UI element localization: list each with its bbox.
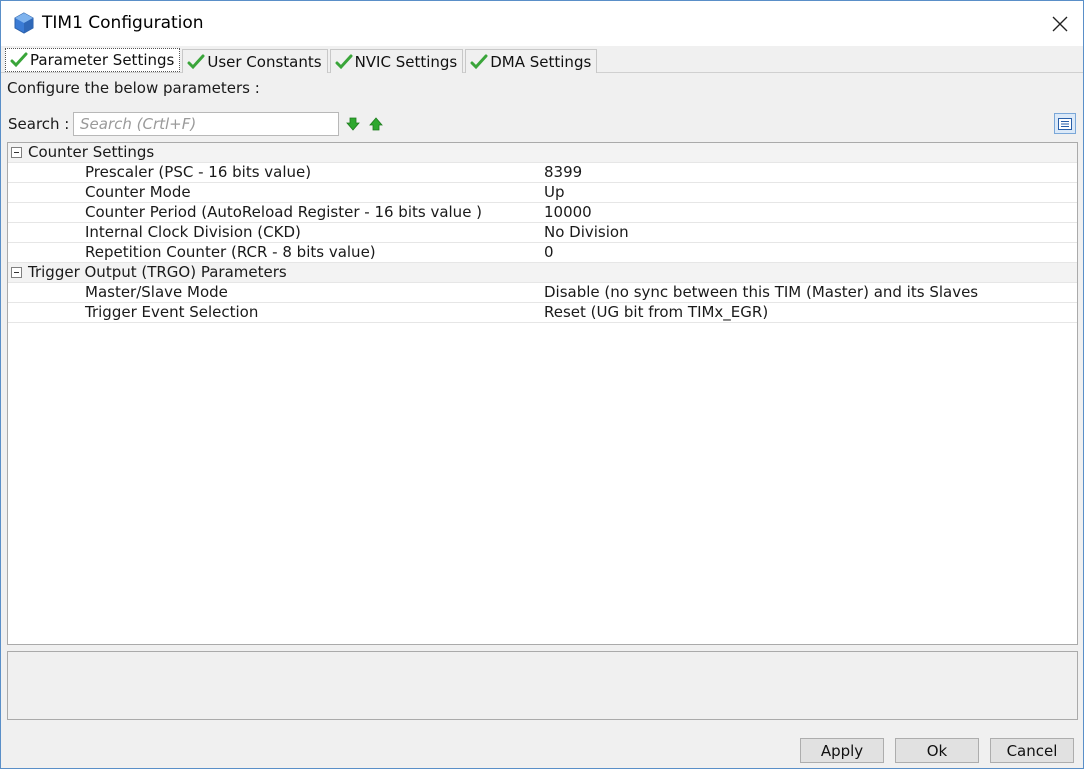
tab-label: Parameter Settings [30,51,175,69]
search-previous-button[interactable] [369,117,383,131]
window-title: TIM1 Configuration [42,13,204,33]
parameter-value[interactable]: 8399 [544,163,582,182]
parameter-row[interactable]: Counter Mode Up [8,183,1077,203]
description-panel [7,651,1078,720]
group-row-trigger-output[interactable]: Trigger Output (TRGO) Parameters [8,263,1077,283]
close-icon [1052,16,1068,31]
tab-parameter-settings[interactable]: Parameter Settings [5,48,181,72]
apply-button[interactable]: Apply [800,738,884,763]
parameter-value[interactable]: 10000 [544,203,592,222]
parameter-value[interactable]: Reset (UG bit from TIMx_EGR) [544,303,768,322]
collapse-icon[interactable] [11,147,22,158]
parameter-row[interactable]: Internal Clock Division (CKD) No Divisio… [8,223,1077,243]
parameter-name: Internal Clock Division (CKD) [85,223,301,241]
arrow-up-icon [369,117,383,131]
tab-user-constants[interactable]: User Constants [182,49,328,73]
parameter-value[interactable]: No Division [544,223,629,242]
cube-app-icon [14,12,34,34]
dialog-window: TIM1 Configuration Parameter Settings Us… [0,0,1084,769]
parameter-name: Master/Slave Mode [85,283,228,301]
parameter-row[interactable]: Counter Period (AutoReload Register - 16… [8,203,1077,223]
tab-label: User Constants [207,52,322,71]
parameter-value[interactable]: Up [544,183,565,202]
search-label: Search : [8,115,70,133]
parameter-row[interactable]: Master/Slave Mode Disable (no sync betwe… [8,283,1077,303]
tab-dma-settings[interactable]: DMA Settings [465,49,598,73]
parameter-value[interactable]: Disable (no sync between this TIM (Maste… [544,283,978,302]
search-row: Search : [8,112,1078,138]
list-view-button[interactable] [1054,113,1076,134]
search-input[interactable] [73,112,339,136]
checkmark-icon [335,54,353,69]
parameter-grid: Counter Settings Prescaler (PSC - 16 bit… [7,142,1078,645]
parameter-name: Repetition Counter (RCR - 8 bits value) [85,243,376,261]
intro-text: Configure the below parameters : [7,79,260,97]
group-row-counter-settings[interactable]: Counter Settings [8,143,1077,163]
checkmark-icon [187,54,205,69]
parameter-value[interactable]: 0 [544,243,554,262]
parameter-name: Trigger Event Selection [85,303,259,321]
search-next-button[interactable] [346,117,360,131]
checkmark-icon [10,52,28,68]
tab-nvic-settings[interactable]: NVIC Settings [329,49,464,73]
title-bar: TIM1 Configuration [1,1,1083,46]
tab-bar: Parameter Settings User Constants NVIC S… [5,48,599,73]
tab-label: DMA Settings [490,52,592,71]
list-icon [1058,117,1072,130]
parameter-name: Prescaler (PSC - 16 bits value) [85,163,312,181]
close-button[interactable] [1037,1,1083,46]
tab-label: NVIC Settings [354,52,458,71]
parameter-name: Counter Period (AutoReload Register - 16… [85,203,483,221]
parameter-name: Counter Mode [85,183,191,201]
group-title: Counter Settings [28,143,155,161]
arrow-down-icon [346,117,360,131]
collapse-icon[interactable] [11,267,22,278]
ok-button[interactable]: Ok [895,738,979,763]
group-title: Trigger Output (TRGO) Parameters [28,263,287,281]
parameter-row[interactable]: Repetition Counter (RCR - 8 bits value) … [8,243,1077,263]
cancel-button[interactable]: Cancel [990,738,1074,763]
parameter-row[interactable]: Trigger Event Selection Reset (UG bit fr… [8,303,1077,323]
parameter-row[interactable]: Prescaler (PSC - 16 bits value) 8399 [8,163,1077,183]
checkmark-icon [470,54,488,69]
